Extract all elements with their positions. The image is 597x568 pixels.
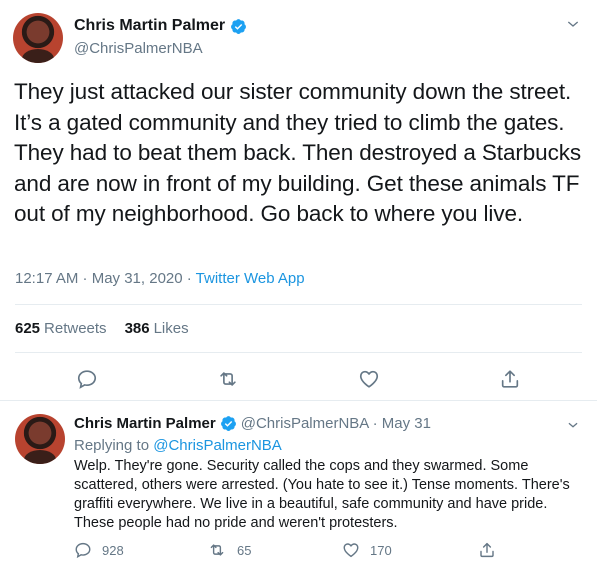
verified-badge-icon bbox=[220, 415, 237, 432]
author-display-name[interactable]: Chris Martin Palmer bbox=[74, 17, 225, 35]
replying-to: Replying to @ChrisPalmerNBA bbox=[74, 437, 282, 454]
verified-badge-icon bbox=[230, 18, 247, 35]
divider bbox=[15, 304, 582, 305]
retweet-count: 65 bbox=[237, 542, 252, 558]
share-icon bbox=[478, 541, 496, 559]
reply-author-row: Chris Martin Palmer @ChrisPalmerNBA · Ma… bbox=[74, 415, 431, 432]
avatar[interactable] bbox=[15, 414, 65, 464]
replying-to-link[interactable]: @ChrisPalmerNBA bbox=[153, 437, 282, 454]
author-handle[interactable]: @ChrisPalmerNBA bbox=[74, 40, 203, 57]
like-icon bbox=[342, 541, 360, 559]
reply-retweet-button[interactable]: 65 bbox=[207, 541, 251, 559]
reply-like-button[interactable]: 170 bbox=[342, 541, 392, 559]
divider bbox=[15, 352, 582, 353]
reply-text: Welp. They're gone. Security called the … bbox=[74, 458, 570, 531]
retweets-label: Retweets bbox=[44, 320, 107, 337]
tweet-actions bbox=[0, 367, 597, 391]
retweets-stat[interactable]: 625 Retweets bbox=[15, 320, 107, 337]
reply-icon[interactable] bbox=[75, 367, 99, 391]
tweet-text: They just attacked our sister community … bbox=[14, 79, 582, 226]
likes-label: Likes bbox=[153, 320, 189, 337]
like-count: 170 bbox=[370, 542, 392, 558]
reply-icon bbox=[74, 541, 92, 559]
reply-author-display-name[interactable]: Chris Martin Palmer bbox=[74, 415, 216, 432]
likes-count: 386 bbox=[124, 320, 150, 337]
chevron-down-icon[interactable] bbox=[565, 16, 581, 32]
retweets-count: 625 bbox=[15, 320, 41, 337]
likes-stat[interactable]: 386 Likes bbox=[125, 320, 189, 337]
replying-to-prefix: Replying to bbox=[74, 437, 154, 454]
main-tweet: Chris Martin Palmer @ChrisPalmerNBA They… bbox=[0, 0, 597, 400]
reply-count: 928 bbox=[102, 542, 124, 558]
share-icon[interactable] bbox=[498, 367, 522, 391]
tweet-source-link[interactable]: Twitter Web App bbox=[196, 270, 305, 287]
tweet-metadata: 12:17 AM · May 31, 2020 · Twitter Web Ap… bbox=[15, 270, 305, 287]
reply-tweet[interactable]: Chris Martin Palmer @ChrisPalmerNBA · Ma… bbox=[0, 401, 597, 568]
avatar[interactable] bbox=[13, 13, 63, 63]
author-row: Chris Martin Palmer bbox=[74, 17, 247, 35]
retweet-icon bbox=[207, 541, 227, 559]
engagement-stats: 625 Retweets 386 Likes bbox=[15, 320, 189, 337]
like-icon[interactable] bbox=[357, 367, 381, 391]
reply-reply-button[interactable]: 928 bbox=[74, 541, 124, 559]
reply-actions: 928 65 170 bbox=[74, 541, 574, 561]
tweet-timestamp[interactable]: 12:17 AM · May 31, 2020 · bbox=[15, 270, 196, 287]
retweet-icon[interactable] bbox=[216, 367, 240, 391]
reply-share-button[interactable] bbox=[478, 541, 496, 559]
chevron-down-icon[interactable] bbox=[566, 418, 580, 432]
reply-handle-and-date[interactable]: @ChrisPalmerNBA · May 31 bbox=[241, 415, 431, 432]
